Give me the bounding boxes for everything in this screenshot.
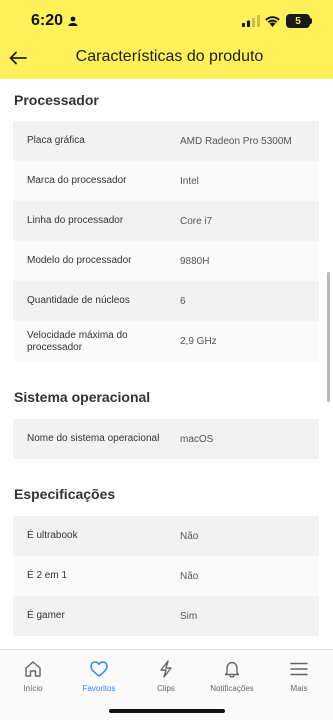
battery-icon: 5 xyxy=(286,14,310,28)
status-time: 6:20 xyxy=(31,12,64,29)
page-header: Características do produto xyxy=(0,44,333,79)
table-row: É 2 em 1 Não xyxy=(13,556,319,596)
home-icon xyxy=(22,658,44,680)
table-processador: Placa gráfica AMD Radeon Pro 5300M Marca… xyxy=(13,121,319,362)
tab-label: Notificações xyxy=(210,684,254,693)
row-label: Placa gráfica xyxy=(27,135,85,146)
battery-nub xyxy=(310,18,312,24)
section-title-sistema-operacional: Sistema operacional xyxy=(14,389,151,405)
battery-level: 5 xyxy=(295,15,301,27)
tab-notificacoes[interactable]: Notificações xyxy=(199,650,265,700)
row-value: Sim xyxy=(180,610,198,622)
table-row: Modelo do processador 9880H xyxy=(13,241,319,281)
row-value: Não xyxy=(180,570,199,582)
tab-label: Clips xyxy=(157,684,175,693)
row-label: Nome do sistema operacional xyxy=(27,433,160,444)
table-row: É ultrabook Não xyxy=(13,516,319,556)
row-label: Velocidade máxima do processador xyxy=(27,329,128,353)
tab-clips[interactable]: Clips xyxy=(133,650,199,700)
menu-icon xyxy=(288,658,310,680)
table-row: Nome do sistema operacional macOS xyxy=(13,419,319,459)
row-label: Modelo do processador xyxy=(27,255,132,266)
section-title-processador: Processador xyxy=(14,92,99,108)
clips-icon xyxy=(155,658,177,680)
home-indicator[interactable] xyxy=(109,709,225,713)
heart-icon xyxy=(88,658,110,680)
row-label: É 2 em 1 xyxy=(27,570,68,581)
page-title: Características do produto xyxy=(75,48,264,65)
row-value: 9880H xyxy=(180,255,210,267)
table-row: Velocidade máxima do processador 2,9 GHz xyxy=(13,321,319,362)
row-value: Não xyxy=(180,530,199,542)
row-label: Linha do processador xyxy=(27,215,124,226)
table-row: Linha do processador Core i7 xyxy=(13,201,319,241)
row-value: 2,9 GHz xyxy=(180,336,217,347)
person-icon xyxy=(68,16,78,26)
table-sistema-operacional: Nome do sistema operacional macOS xyxy=(13,419,319,459)
tab-label: Mais xyxy=(290,684,308,693)
tab-favoritos[interactable]: Favoritos xyxy=(66,650,132,700)
table-row: Quantidade de núcleos 6 xyxy=(13,281,319,321)
scrollbar[interactable] xyxy=(327,272,330,402)
row-value: Intel xyxy=(180,175,199,187)
row-label: É gamer xyxy=(27,610,65,621)
status-bar: 6:20 5 xyxy=(0,0,333,44)
characteristics-content[interactable]: Processador Placa gráfica AMD Radeon Pro… xyxy=(0,79,333,649)
table-row: É gamer Sim xyxy=(13,596,319,636)
tab-mais[interactable]: Mais xyxy=(266,650,332,700)
row-value: Core i7 xyxy=(180,215,213,227)
row-label: É ultrabook xyxy=(27,530,78,541)
tab-label: Favoritos xyxy=(82,684,116,693)
bell-icon xyxy=(221,658,243,680)
top-bar: 6:20 5 Características do produto xyxy=(0,0,333,79)
table-row: Marca do processador Intel xyxy=(13,161,319,201)
table-especificacoes: É ultrabook Não É 2 em 1 Não É gamer Sim xyxy=(13,516,319,636)
signal-icon xyxy=(242,15,260,27)
row-value: 6 xyxy=(180,295,186,307)
row-value: AMD Radeon Pro 5300M xyxy=(180,135,292,147)
tab-label: Início xyxy=(23,684,43,693)
table-row: Placa gráfica AMD Radeon Pro 5300M xyxy=(13,121,319,161)
row-value: macOS xyxy=(180,433,214,445)
tab-inicio[interactable]: Início xyxy=(0,650,66,700)
wifi-icon xyxy=(265,16,280,27)
row-label: Marca do processador xyxy=(27,175,127,186)
section-title-especificacoes: Especificações xyxy=(14,486,116,502)
row-label: Quantidade de núcleos xyxy=(27,295,130,306)
